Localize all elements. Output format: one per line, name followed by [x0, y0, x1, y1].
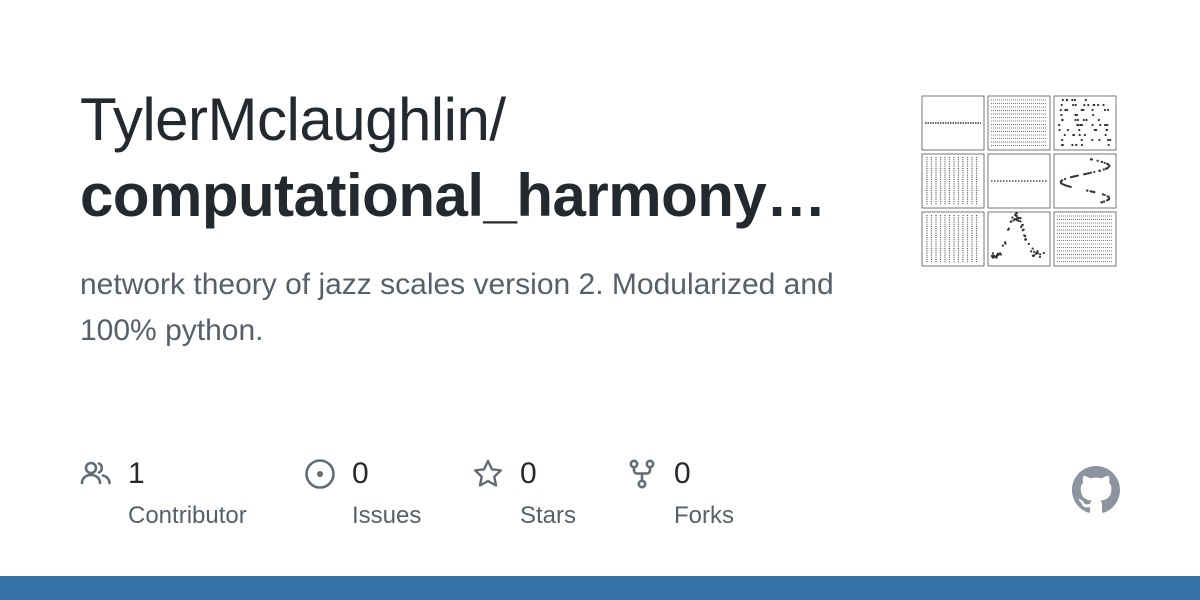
stat-value: 0: [674, 457, 691, 490]
github-mark-icon[interactable]: [1072, 466, 1120, 514]
stat-value: 1: [128, 457, 145, 490]
repo-description: network theory of jazz scales version 2.…: [80, 268, 834, 347]
pairplot-thumbnail-icon: [921, 95, 1117, 267]
stat-value: 0: [520, 457, 537, 490]
repo-social-card: TylerMclaughlin/ computational_harmony… …: [0, 0, 1200, 600]
repo-name[interactable]: computational_harmony…: [80, 160, 880, 232]
repo-forked-icon: [629, 459, 655, 489]
stat-value: 0: [352, 457, 369, 490]
stat-label: Stars: [520, 502, 577, 529]
stat-label: Issues: [352, 502, 422, 529]
stat-label: Forks: [674, 502, 734, 529]
star-icon: [473, 459, 503, 487]
repo-owner[interactable]: TylerMclaughlin/: [80, 84, 506, 156]
stat-label: Contributor: [128, 502, 247, 529]
language-bar: [0, 576, 1200, 600]
people-icon: [80, 461, 111, 485]
issue-opened-icon: [305, 459, 335, 489]
